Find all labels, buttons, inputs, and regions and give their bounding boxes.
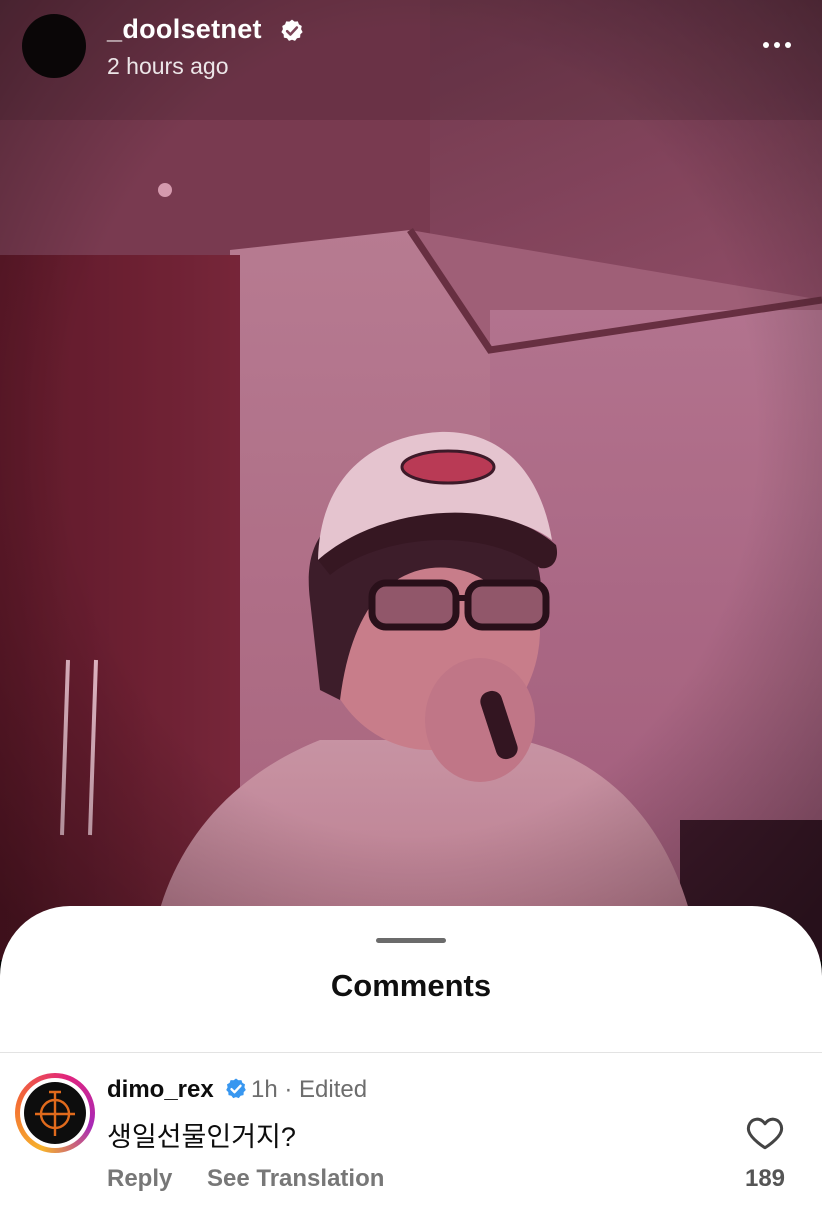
sheet-title: Comments: [330, 968, 492, 1003]
comment-username[interactable]: dimo_rex: [107, 1076, 214, 1104]
avatar-border: [20, 1078, 90, 1148]
verified-badge-icon: [226, 1078, 246, 1099]
heart-icon[interactable]: [746, 1115, 784, 1151]
commenter-avatar[interactable]: [15, 1073, 95, 1153]
more-options-icon: [763, 42, 769, 48]
comment-text: 생일선물인거지?: [107, 1122, 296, 1152]
more-options-icon: [774, 42, 780, 48]
comment-item: dimo_rex 1h · Edited 생일선물인거지? Reply See …: [0, 1053, 822, 1206]
post-header: _doolsetnet 2 hours ago: [0, 0, 822, 100]
post-timestamp: 2 hours ago: [107, 53, 229, 79]
like-count: 189: [744, 1165, 786, 1192]
see-translation-button[interactable]: See Translation: [207, 1165, 384, 1193]
verified-badge-icon: [281, 19, 303, 41]
more-options-icon: [785, 42, 791, 48]
owner-username[interactable]: _doolsetnet: [107, 14, 262, 45]
crosshair-logo-icon: [35, 1090, 75, 1136]
post-photo[interactable]: [0, 0, 822, 960]
sheet-drag-handle[interactable]: [376, 938, 446, 943]
owner-avatar[interactable]: [22, 14, 86, 78]
comment-meta: 1h · Edited: [251, 1076, 368, 1103]
comments-sheet: Comments dimo_rex 1h · Edited 생일선물인거지? R…: [0, 906, 822, 1206]
post-photo-illustration: [0, 0, 822, 960]
more-options-button[interactable]: [752, 30, 802, 60]
avatar-image: [24, 1082, 86, 1144]
reply-button[interactable]: Reply: [107, 1165, 172, 1193]
